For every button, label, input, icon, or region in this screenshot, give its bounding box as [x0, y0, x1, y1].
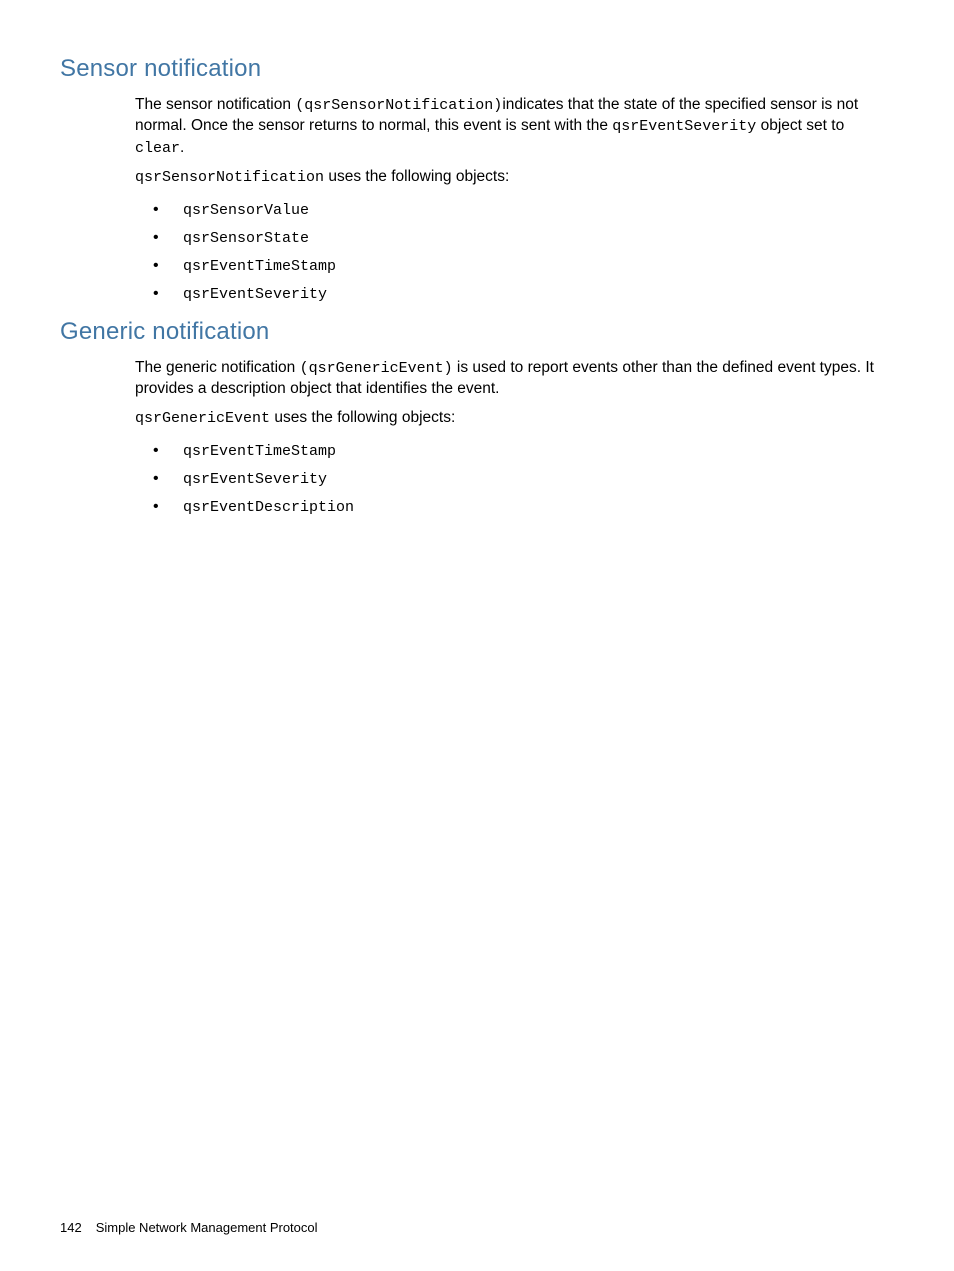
- section-heading-generic: Generic notification: [60, 318, 894, 346]
- code-run: qsrEventSeverity: [183, 471, 327, 488]
- code-run: qsrEventSeverity: [612, 118, 756, 135]
- page-number: 142: [60, 1220, 82, 1235]
- paragraph-generic-intro: The generic notification (qsrGenericEven…: [135, 358, 884, 400]
- text-run: The generic notification: [135, 359, 300, 376]
- code-run: qsrSensorState: [183, 230, 309, 247]
- object-list-sensor: qsrSensorValue qsrSensorState qsrEventTi…: [135, 196, 884, 308]
- text-run: The sensor notification: [135, 96, 295, 113]
- text-run: uses the following objects:: [324, 168, 509, 185]
- code-run: qsrEventTimeStamp: [183, 443, 336, 460]
- code-run: qsrEventTimeStamp: [183, 258, 336, 275]
- code-run: (qsrSensorNotification): [295, 97, 502, 114]
- code-run: qsrEventDescription: [183, 499, 354, 516]
- list-item: qsrEventTimeStamp: [153, 252, 884, 280]
- paragraph-generic-uses: qsrGenericEvent uses the following objec…: [135, 408, 884, 429]
- text-run: uses the following objects:: [270, 409, 455, 426]
- section-content-sensor: The sensor notification (qsrSensorNotifi…: [60, 95, 894, 308]
- list-item: qsrSensorValue: [153, 196, 884, 224]
- section-heading-sensor: Sensor notification: [60, 55, 894, 83]
- code-run: qsrSensorValue: [183, 202, 309, 219]
- text-run: .: [180, 139, 184, 156]
- text-run: object set to: [756, 117, 844, 134]
- list-item: qsrEventTimeStamp: [153, 437, 884, 465]
- paragraph-sensor-uses: qsrSensorNotification uses the following…: [135, 167, 884, 188]
- code-run: qsrEventSeverity: [183, 286, 327, 303]
- object-list-generic: qsrEventTimeStamp qsrEventSeverity qsrEv…: [135, 437, 884, 521]
- list-item: qsrEventSeverity: [153, 280, 884, 308]
- list-item: qsrSensorState: [153, 224, 884, 252]
- code-run: (qsrGenericEvent): [300, 360, 453, 377]
- code-run: clear: [135, 140, 180, 157]
- code-run: qsrSensorNotification: [135, 169, 324, 186]
- chapter-title: Simple Network Management Protocol: [96, 1220, 318, 1235]
- paragraph-sensor-intro: The sensor notification (qsrSensorNotifi…: [135, 95, 884, 159]
- list-item: qsrEventSeverity: [153, 465, 884, 493]
- section-content-generic: The generic notification (qsrGenericEven…: [60, 358, 894, 521]
- list-item: qsrEventDescription: [153, 493, 884, 521]
- page-footer: 142 Simple Network Management Protocol: [60, 1220, 318, 1235]
- code-run: qsrGenericEvent: [135, 410, 270, 427]
